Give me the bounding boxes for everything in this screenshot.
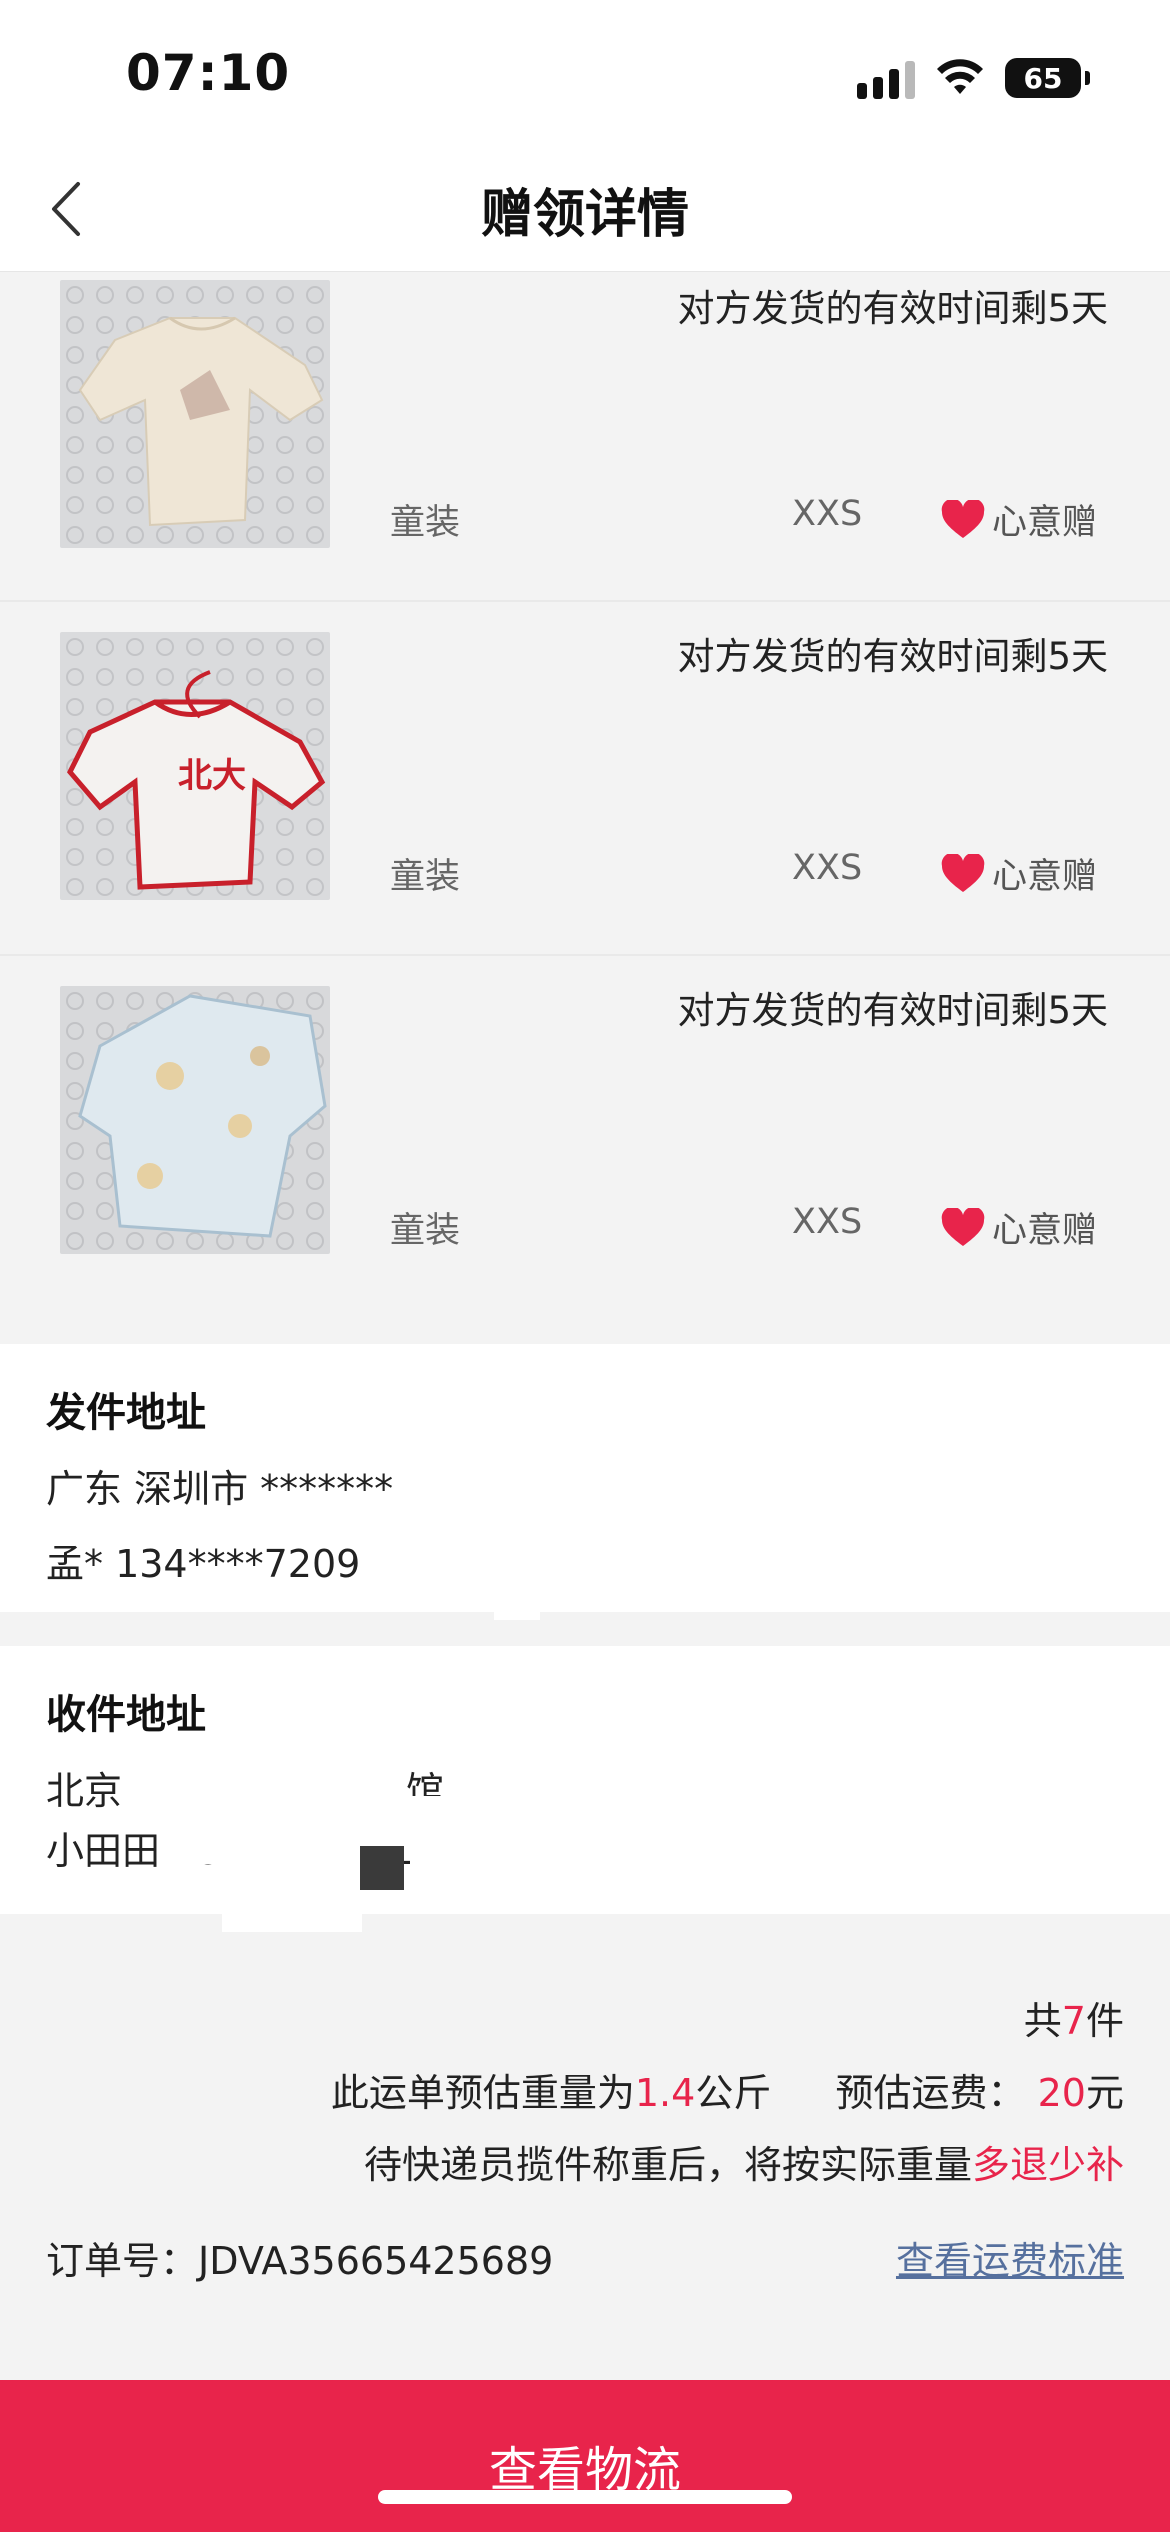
jacket-photo-light-blue (60, 986, 330, 1254)
weighing-note: 待快递员揽件称重后，将按实际重量多退少补 (363, 2143, 1124, 2187)
svg-text:北大: 北大 (178, 756, 246, 796)
item-count: 共7件 (1023, 1999, 1124, 2043)
gift-type-tag: 心意赠 (940, 848, 1097, 899)
page-title: 赠领详情 (480, 185, 689, 245)
order-number: 订单号：JDVA35665425689 (46, 2239, 554, 2283)
heart-icon (941, 1207, 985, 1246)
list-item[interactable]: 对方发货的有效时间剩5天 童装 XXS 心意赠 (0, 272, 1170, 602)
item-category: 童装 (390, 1211, 461, 1251)
item-category: 童装 (390, 503, 461, 543)
heart-icon (941, 853, 985, 892)
status-icons: 65 (857, 54, 1090, 102)
status-time: 07:10 (126, 44, 291, 102)
item-category: 童装 (390, 857, 461, 897)
battery-level: 65 (1005, 58, 1081, 98)
redaction-block (494, 1610, 540, 1620)
nav-bar: 赠领详情 (0, 150, 1170, 272)
view-logistics-label: 查看物流 (488, 2442, 681, 2498)
onesie-photo-white-red: 北大 (60, 632, 330, 900)
receiver-address-title: 收件地址 (46, 1692, 206, 1738)
fee-standard-link[interactable]: 查看运费标准 (896, 2230, 1124, 2285)
status-bar: 07:10 65 (0, 0, 1170, 150)
sender-address: 广东 深圳市 ******* (46, 1467, 394, 1511)
gift-type-tag: 心意赠 (940, 494, 1097, 545)
item-size: XXS (792, 494, 863, 534)
redaction-block (360, 1846, 404, 1890)
sender-address-title: 发件地址 (46, 1390, 206, 1436)
ship-deadline-text: 对方发货的有效时间剩5天 (677, 989, 1108, 1032)
gift-type-tag: 心意赠 (940, 1202, 1097, 1253)
weight-and-fee: 此运单预估重量为1.4公斤 预估运费： 20元 (330, 2071, 1124, 2115)
onesie-photo-beige (60, 280, 330, 548)
home-indicator[interactable] (378, 2490, 792, 2504)
receiver-city: 北京 (46, 1769, 123, 1813)
gift-type-label: 心意赠 (992, 503, 1098, 543)
item-size: XXS (792, 1202, 863, 1242)
redaction-block (222, 1856, 362, 1932)
list-item[interactable]: 对方发货的有效时间剩5天 童装 XXS 心意赠 (0, 956, 1170, 1346)
sender-contact: 孟* 134****7209 (46, 1542, 361, 1586)
ship-deadline-text: 对方发货的有效时间剩5天 (677, 635, 1108, 678)
list-item[interactable]: 北大 对方发货的有效时间剩5天 童装 XXS 心意赠 (0, 602, 1170, 956)
cellular-signal-icon (857, 57, 915, 99)
gift-type-label: 心意赠 (992, 1211, 1098, 1251)
heart-icon (941, 499, 985, 538)
gift-item-list: 对方发货的有效时间剩5天 童装 XXS 心意赠 北大 对方发货的有效时间剩5天 … (0, 272, 1170, 1346)
battery-icon: 65 (1005, 58, 1090, 98)
receiver-address-card: 收件地址 北京 馆 小田田 1873905952 (0, 1646, 1170, 1914)
wifi-icon (937, 59, 983, 94)
view-logistics-button[interactable]: 查看物流 (0, 2380, 1170, 2532)
item-size: XXS (792, 848, 863, 888)
ship-deadline-text: 对方发货的有效时间剩5天 (677, 287, 1108, 330)
redaction-block (170, 1854, 240, 1864)
gift-type-label: 心意赠 (992, 857, 1098, 897)
sender-address-card: 发件地址 广东 深圳市 ******* 孟* 134****7209 (0, 1344, 1170, 1612)
